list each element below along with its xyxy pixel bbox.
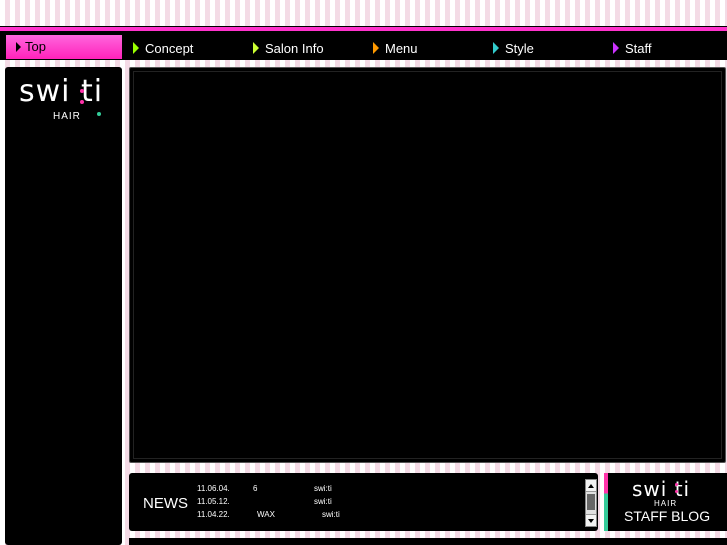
- logo-dot: [80, 100, 84, 104]
- triangle-right-icon: [613, 42, 619, 54]
- nav-item-label: Top: [25, 39, 46, 54]
- scroll-thumb[interactable]: [587, 494, 595, 510]
- logo-dot: [80, 89, 84, 93]
- news-date: 11.06.04.: [197, 484, 230, 493]
- news-title: NEWS: [143, 495, 188, 512]
- arrow-up-icon: [588, 483, 594, 488]
- triangle-right-icon: [133, 42, 139, 54]
- news-author: swi:ti: [314, 484, 332, 493]
- nav-item-label: Style: [505, 40, 534, 56]
- news-panel: NEWS 11.06.04. 6 swi:ti 11.05.12. swi:ti…: [129, 473, 598, 531]
- triangle-right-icon: [373, 42, 379, 54]
- nav-item-label: Salon Info: [265, 40, 324, 56]
- news-row[interactable]: 11.04.22. WAX swi:ti: [197, 510, 577, 520]
- nav-item-label: Concept: [145, 40, 194, 56]
- logo-word: swi ti: [19, 74, 104, 109]
- sidebar: swi ti HAIR: [5, 67, 122, 545]
- news-scrollbar[interactable]: [585, 479, 597, 527]
- main-content-panel: [129, 67, 726, 463]
- blog-stripe: [604, 473, 608, 531]
- nav-item-menu[interactable]: Menu: [373, 36, 418, 60]
- site-logo[interactable]: swi ti HAIR: [19, 75, 114, 123]
- logo-dot: [97, 112, 101, 116]
- nav-item-staff[interactable]: Staff: [613, 36, 652, 60]
- news-date: 11.05.12.: [197, 497, 230, 506]
- logo-dot: [675, 483, 678, 486]
- news-row[interactable]: 11.05.12. swi:ti: [197, 497, 577, 507]
- staff-blog-banner[interactable]: swi ti HAIR STAFF BLOG: [604, 473, 727, 531]
- triangle-right-icon: [253, 42, 259, 54]
- logo-subtitle: HAIR: [53, 111, 81, 122]
- nav-item-label: Staff: [625, 40, 652, 56]
- news-date: 11.04.22.: [197, 510, 230, 519]
- footer-strip: [129, 538, 727, 545]
- logo-dot: [675, 490, 678, 493]
- news-author: swi:ti: [322, 510, 340, 519]
- nav-item-top[interactable]: Top: [6, 35, 122, 59]
- nav-item-label: Menu: [385, 40, 418, 56]
- blog-logo-word: swi ti: [632, 477, 691, 501]
- nav-accent-line: [0, 27, 727, 31]
- scroll-down-button[interactable]: [586, 514, 596, 526]
- news-author: swi:ti: [314, 497, 332, 506]
- triangle-right-icon: [16, 42, 21, 52]
- nav-item-concept[interactable]: Concept: [133, 36, 193, 60]
- news-row[interactable]: 11.06.04. 6 swi:ti: [197, 484, 577, 494]
- nav-item-style[interactable]: Style: [493, 36, 534, 60]
- scroll-up-button[interactable]: [586, 480, 596, 492]
- news-text: WAX: [257, 510, 275, 519]
- main-content-frame: [133, 71, 722, 459]
- blog-title: STAFF BLOG: [624, 508, 711, 524]
- arrow-down-icon: [588, 518, 594, 523]
- triangle-right-icon: [493, 42, 499, 54]
- nav-item-salon-info[interactable]: Salon Info: [253, 36, 324, 60]
- news-text: 6: [253, 484, 258, 493]
- blog-logo-subtitle: HAIR: [654, 499, 678, 508]
